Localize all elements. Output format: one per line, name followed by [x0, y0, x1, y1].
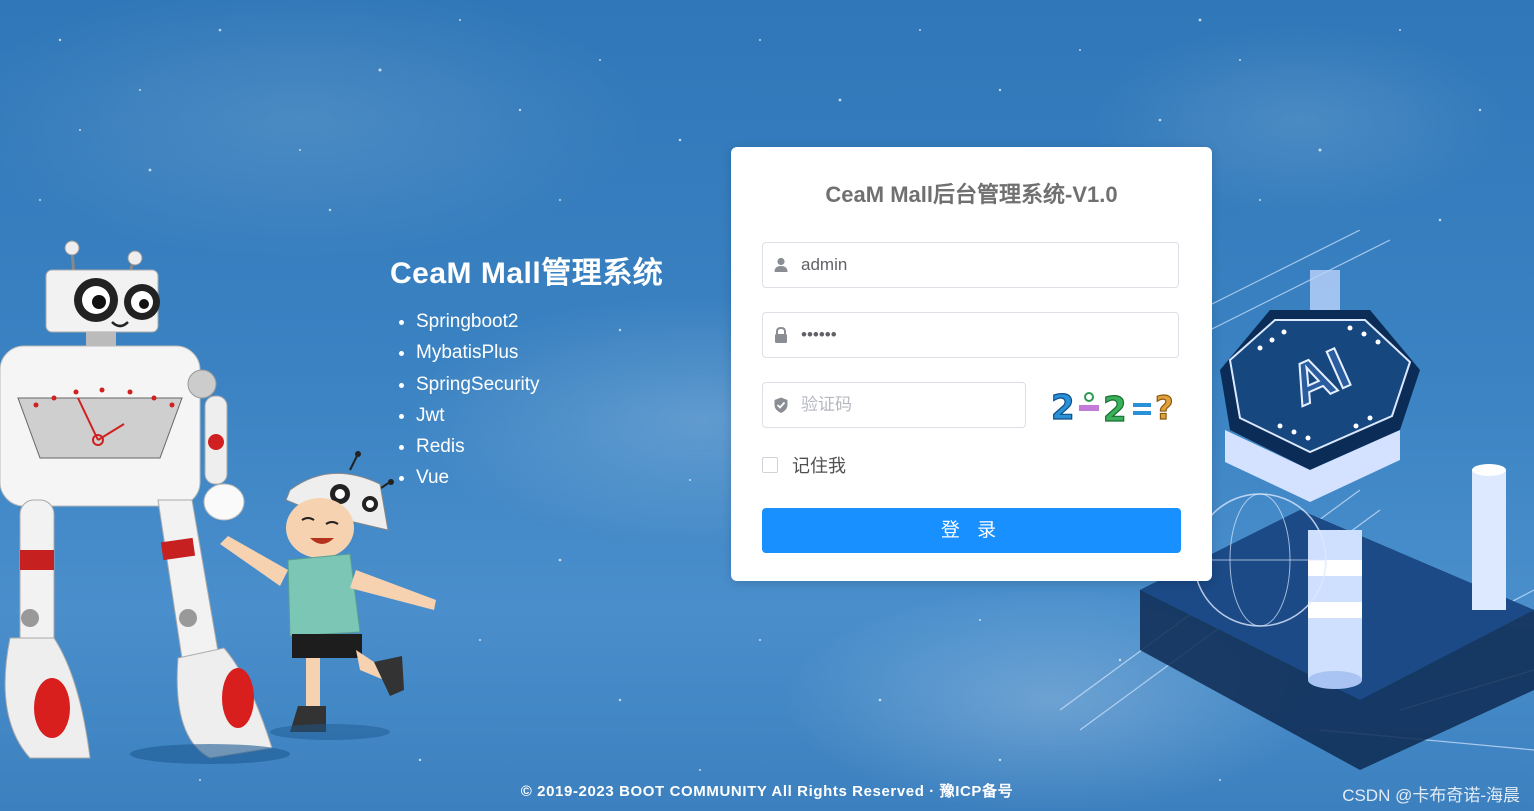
- feature-item: SpringSecurity: [416, 369, 663, 400]
- remember-checkbox[interactable]: [762, 457, 778, 473]
- footer-copyright: © 2019-2023 BOOT COMMUNITY All Rights Re…: [520, 783, 1014, 800]
- password-value[interactable]: ••••••: [801, 313, 837, 357]
- shield-check-icon: [774, 397, 788, 413]
- remember-me[interactable]: 记住我: [762, 454, 846, 476]
- feature-item: Vue: [416, 462, 663, 493]
- password-input[interactable]: ••••••: [762, 312, 1179, 358]
- captcha-image[interactable]: 2 2 ?: [1047, 387, 1187, 425]
- remember-label[interactable]: 记住我: [792, 452, 846, 478]
- svg-text:2: 2: [1103, 390, 1127, 425]
- user-icon: [774, 257, 788, 272]
- login-title: CeaM Mall后台管理系统-V1.0: [825, 182, 1118, 207]
- intro-section: CeaM Mall管理系统 Springboot2 MybatisPlus Sp…: [390, 248, 663, 494]
- lock-icon: [775, 326, 787, 343]
- feature-list: Springboot2 MybatisPlus SpringSecurity J…: [390, 306, 663, 494]
- intro-title: CeaM Mall管理系统: [390, 257, 664, 290]
- captcha-placeholder[interactable]: 验证码: [801, 383, 852, 427]
- svg-text:?: ?: [1155, 389, 1174, 425]
- feature-item: Redis: [416, 431, 663, 462]
- captcha-input[interactable]: 验证码: [762, 382, 1026, 428]
- feature-item: Springboot2: [416, 306, 663, 337]
- login-card: CeaM Mall后台管理系统-V1.0 admin •••••• 验证码 2 …: [731, 147, 1212, 581]
- feature-item: MybatisPlus: [416, 337, 663, 368]
- username-value[interactable]: admin: [801, 243, 847, 287]
- svg-text:2: 2: [1051, 388, 1075, 425]
- login-button[interactable]: 登 录: [762, 508, 1181, 553]
- watermark: CSDN @卡布奇诺-海晨: [1342, 786, 1520, 805]
- username-input[interactable]: admin: [762, 242, 1179, 288]
- feature-item: Jwt: [416, 400, 663, 431]
